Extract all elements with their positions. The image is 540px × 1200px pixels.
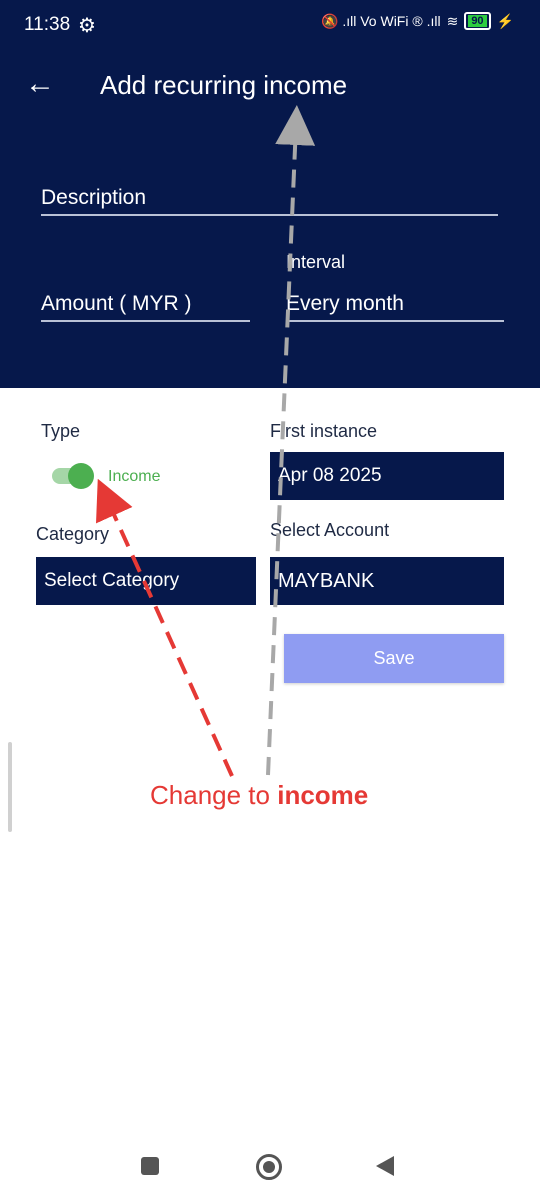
annotation-arrows: [96, 105, 316, 777]
navigation-bar: [0, 1140, 540, 1200]
home-icon[interactable]: [256, 1154, 282, 1180]
red-arrow: [96, 478, 234, 777]
annotation-emphasis: income: [277, 780, 369, 810]
annotation-prefix: Change to: [150, 780, 278, 810]
recent-apps-icon[interactable]: [141, 1157, 159, 1175]
annotation-text: Change to income: [150, 780, 368, 811]
gray-arrow: [266, 105, 316, 776]
back-triangle-icon[interactable]: [376, 1156, 394, 1176]
